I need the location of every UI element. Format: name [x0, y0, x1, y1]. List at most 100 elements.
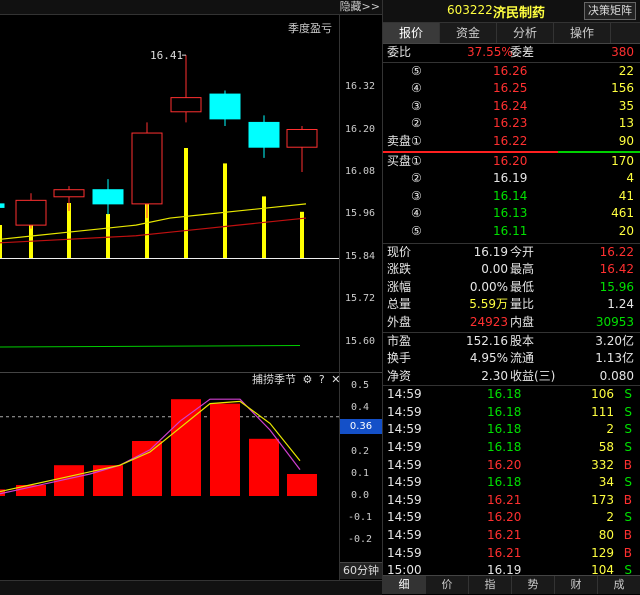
hide-panel-button[interactable]: 隐藏>> — [340, 0, 380, 14]
commission-ratio: 37.55% — [467, 45, 513, 59]
tick-side: S — [624, 440, 632, 455]
fund-value: 1.13亿 — [595, 351, 634, 366]
bid-row[interactable]: ③ 16.14 41 — [383, 188, 640, 206]
candle-body — [248, 121, 280, 148]
bid-level: 买盘① — [387, 153, 422, 168]
tick-volume: 111 — [591, 404, 614, 419]
tab-funds[interactable]: 资金 — [440, 23, 497, 43]
tick-price: 16.20 — [487, 457, 522, 472]
tab-detail[interactable]: 细 — [383, 576, 426, 594]
y-tick-label: 16.08 — [344, 166, 376, 177]
tick-list[interactable]: 14:59 16.18 106 S 14:59 16.18 111 S 14:59 16.18 2 S… — [383, 386, 640, 580]
tick-price: 16.21 — [487, 528, 522, 543]
ask-volume: 90 — [618, 133, 634, 148]
tick-volume: 129 — [591, 545, 614, 560]
fund-label: 收益(三) — [510, 368, 556, 383]
tick-time: 14:59 — [387, 528, 422, 543]
sub-y-tick-label: 0.5 — [350, 380, 370, 391]
bid-row[interactable]: ⑤ 16.11 20 — [383, 223, 640, 241]
bid-row[interactable]: ② 16.19 4 — [383, 170, 640, 188]
tick-time: 14:59 — [387, 422, 422, 437]
stat-label: 最高 — [510, 262, 535, 277]
tab-trend[interactable]: 势 — [512, 576, 555, 594]
chart-top-bar — [0, 0, 382, 15]
chart-area[interactable]: 隐藏>> 季度盈亏 16.32 16.20 16.08 15.96 15.84 15.72… — [0, 0, 382, 595]
stat-value: 16.22 — [599, 244, 634, 259]
ask-volume: 35 — [618, 98, 634, 113]
tick-time: 14:59 — [387, 387, 422, 402]
ask-row[interactable]: ④ 16.25 156 — [383, 80, 640, 98]
volume-bar — [0, 225, 2, 258]
oscillator-bar — [132, 441, 162, 496]
tick-side: B — [623, 545, 632, 560]
bid-level: ② — [411, 171, 422, 186]
tab-finance[interactable]: 财 — [555, 576, 598, 594]
bid-volume: 41 — [618, 188, 634, 203]
tick-row[interactable]: 14:59 16.20 2 S — [383, 509, 640, 527]
ask-price: 16.23 — [493, 116, 528, 131]
stat-label: 外盘 — [387, 314, 412, 329]
ask-volume: 22 — [618, 63, 634, 78]
stat-label: 内盘 — [510, 314, 535, 329]
commission-diff: 380 — [611, 45, 634, 59]
y-tick-label: 15.96 — [344, 208, 376, 219]
bid-volume: 4 — [626, 171, 634, 186]
tick-side: S — [624, 510, 632, 525]
tick-row[interactable]: 14:59 16.18 106 S — [383, 386, 640, 404]
ask-row[interactable]: ⑤ 16.26 22 — [383, 63, 640, 81]
ask-row[interactable]: ② 16.23 13 — [383, 115, 640, 133]
fundamental-row: 净资 2.30 收益(三) 0.080 — [383, 368, 640, 386]
tab-price[interactable]: 价 — [426, 576, 469, 594]
candle-body — [131, 132, 163, 205]
ask-row[interactable]: ③ 16.24 35 — [383, 98, 640, 116]
tick-row[interactable]: 14:59 16.18 34 S — [383, 474, 640, 492]
ask-row[interactable]: 卖盘① 16.22 90 — [383, 133, 640, 151]
volume-bar — [106, 214, 110, 258]
tick-volume: 332 — [591, 457, 614, 472]
tick-side: S — [624, 404, 632, 419]
stat-row: 涨跌 0.00 最高 16.42 — [383, 261, 640, 279]
tab-operation[interactable]: 操作 — [554, 23, 611, 43]
fundamentals-block: 市盈 152.16 股本 3.20亿 换手 4.95% 流通 1.13亿 净资 2.30 收益(三)… — [383, 333, 640, 386]
period-selector[interactable]: 60分钟 — [340, 562, 382, 579]
tick-row[interactable]: 14:59 16.21 173 B — [383, 492, 640, 510]
bid-row[interactable]: 买盘① 16.20 170 — [383, 153, 640, 171]
tick-volume: 58 — [598, 440, 614, 455]
fundamental-row: 换手 4.95% 流通 1.13亿 — [383, 350, 640, 368]
volume-bar — [223, 163, 227, 258]
current-value-badge: 0.36 — [340, 419, 382, 434]
decision-matrix-button[interactable]: 决策矩阵 — [584, 2, 636, 20]
fund-value: 2.30 — [481, 368, 508, 383]
tick-row[interactable]: 14:59 16.18 2 S — [383, 421, 640, 439]
tick-price: 16.20 — [487, 510, 522, 525]
tick-time: 14:59 — [387, 545, 422, 560]
tab-index[interactable]: 指 — [469, 576, 512, 594]
max-price-label: 16.41 — [150, 49, 183, 62]
fund-label: 股本 — [510, 333, 535, 348]
stat-label: 涨跌 — [387, 262, 412, 277]
tick-row[interactable]: 14:59 16.21 80 B — [383, 527, 640, 545]
tab-turnover[interactable]: 成 — [598, 576, 640, 594]
tick-row[interactable]: 14:59 16.20 332 B — [383, 457, 640, 475]
ask-level: ⑤ — [411, 63, 422, 78]
tick-row[interactable]: 14:59 16.18 111 S — [383, 404, 640, 422]
oscillator-chart[interactable] — [0, 380, 339, 560]
ask-price: 16.25 — [493, 81, 528, 96]
tick-volume: 173 — [591, 492, 614, 507]
tick-time: 14:59 — [387, 510, 422, 525]
tick-row[interactable]: 14:59 16.18 58 S — [383, 439, 640, 457]
stats-block: 现价 16.19 今开 16.22 涨跌 0.00 最高 16.42 涨幅 0.00% 最低 15.9… — [383, 244, 640, 332]
chart-bottom-bar — [0, 580, 382, 595]
fund-label: 流通 — [510, 351, 535, 366]
bid-row[interactable]: ④ 16.13 461 — [383, 205, 640, 223]
tab-analysis[interactable]: 分析 — [497, 23, 554, 43]
bid-price: 16.19 — [493, 171, 528, 186]
candle-body — [286, 129, 318, 148]
candlestick-chart[interactable]: 16.41 — [0, 14, 339, 372]
tick-row[interactable]: 14:59 16.21 129 B — [383, 545, 640, 563]
tick-time: 14:59 — [387, 404, 422, 419]
tick-time: 14:59 — [387, 457, 422, 472]
tick-volume: 106 — [591, 387, 614, 402]
tick-side: B — [623, 457, 632, 472]
tab-quote[interactable]: 报价 — [383, 23, 440, 43]
